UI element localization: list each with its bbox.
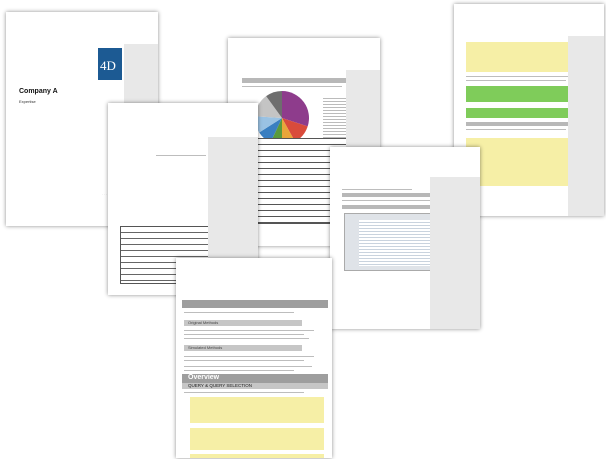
text-line [184,312,294,313]
text-line [156,155,206,156]
code-block [190,428,324,450]
text-line [184,360,304,361]
text-line [242,86,342,87]
cover-title: Company A [19,88,58,95]
methods-heading: Original Methods [188,320,219,325]
code-block [190,397,324,423]
query-heading: QUERY & QUERY SELECTION [188,383,252,388]
ghost-page [568,36,604,216]
text-line [184,392,304,393]
cover-subtitle: Expertise [19,99,36,104]
section-header [466,122,578,126]
screenshot-page [330,147,480,329]
code-block [466,42,578,72]
code-block-green [466,86,576,102]
embedded-screenshot [344,213,436,271]
overview-page: Original Methods Simulated Methods Overv… [176,258,332,458]
text-line [466,80,566,81]
text-line [184,334,304,335]
cover-logo: 4D [98,48,122,80]
text-line [184,330,314,331]
logo-text: 4D [100,58,116,73]
text-line [184,356,314,357]
simulated-heading: Simulated Methods [188,345,223,350]
section-header [182,300,328,308]
page-number: · · · [102,192,107,196]
text-line [184,338,309,339]
section-header [242,78,354,83]
text-line [342,189,412,190]
code-block [190,454,324,458]
text-line [342,200,442,201]
ghost-page [430,177,480,329]
text-line [184,366,312,367]
overview-heading: Overview [188,374,220,381]
text-line [466,129,566,130]
text-line [184,370,294,371]
text-line [466,76,576,77]
code-block [466,138,578,186]
code-block-green [466,108,576,118]
